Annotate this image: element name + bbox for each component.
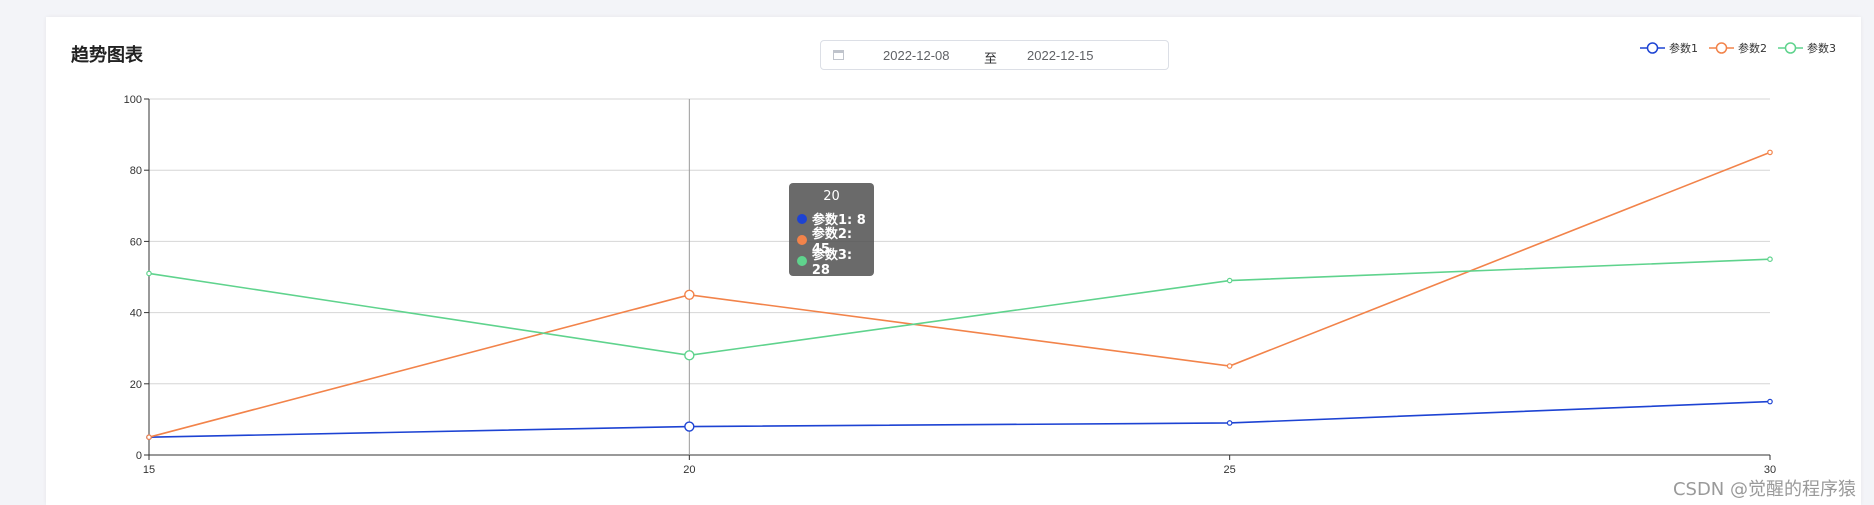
chart-tooltip: 20 参数1: 8 参数2: 45 参数3: 28 [789,183,874,278]
line-chart[interactable]: 02040608010015 20 25 30 [0,0,1874,505]
data-point [1226,363,1233,369]
x-tick-label: 15 [143,464,155,476]
tooltip-dot [797,255,807,266]
series-line-2 [148,151,1771,438]
data-point [146,434,152,441]
data-point [146,270,152,277]
tooltip-row: 参数3: 28 [789,248,874,278]
data-point [684,421,695,432]
x-tick-label: 25 [1224,464,1236,476]
series-line-1 [148,400,1771,438]
data-point [1226,277,1233,284]
y-tick-label: 60 [130,236,142,248]
watermark: CSDN @觉醒的程序猿 [1672,479,1856,500]
data-point [1767,256,1773,263]
y-tick-label: 100 [124,94,142,106]
data-point [684,350,695,361]
tooltip-dot [797,234,807,245]
series-line-3 [148,258,1771,357]
data-point [1767,149,1773,156]
data-point [1767,398,1773,405]
data-point [684,289,695,300]
y-tick-label: 20 [130,379,142,391]
x-tick-label: 20 [683,464,695,476]
y-tick-label: 0 [136,450,142,462]
y-tick-label: 80 [130,165,142,177]
tooltip-row-label: 参数3: 28 [811,247,853,278]
tooltip-title: 20 [823,189,840,204]
y-tick-label: 40 [130,308,142,320]
tooltip-dot [797,213,807,224]
data-point [1226,420,1233,426]
